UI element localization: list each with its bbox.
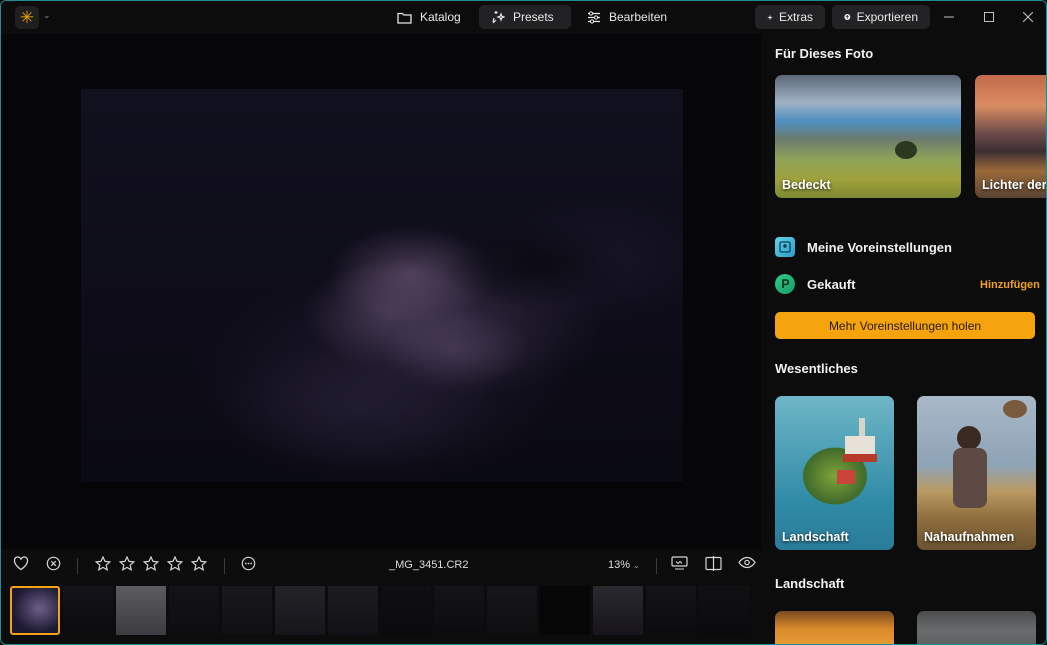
close-icon[interactable] — [1018, 8, 1038, 26]
preset-card-label: Lichter der — [982, 178, 1047, 192]
filmstrip-thumb[interactable] — [434, 586, 484, 635]
zoom-dropdown[interactable]: 13% ⌄ — [608, 559, 640, 571]
purchased-label[interactable]: Gekauft — [807, 277, 855, 292]
preset-card-label: Bedeckt — [782, 178, 831, 192]
preset-card-nahaufnahmen[interactable]: Nahaufnahmen — [917, 396, 1036, 550]
preset-card-label: Nahaufnahmen — [924, 530, 1015, 544]
zoom-level: 13% — [608, 559, 631, 571]
app-window: ✳ ⌄ Katalog Presets Bearbeiten Extras Ex… — [0, 0, 1047, 645]
my-presets-label[interactable]: Meine Voreinstellungen — [807, 240, 952, 255]
upload-icon — [844, 14, 851, 20]
sliders-icon — [588, 10, 600, 24]
folder-icon — [397, 12, 412, 24]
eye-icon[interactable] — [738, 556, 756, 569]
title-bar: ✳ ⌄ Katalog Presets Bearbeiten Extras Ex… — [1, 1, 1046, 34]
export-button[interactable]: Exportieren — [832, 5, 930, 29]
star-1-icon[interactable] — [95, 556, 111, 571]
divider — [77, 558, 78, 574]
filmstrip-thumb[interactable] — [328, 586, 378, 635]
minimize-icon[interactable] — [939, 8, 959, 26]
star-4-icon[interactable] — [167, 556, 183, 571]
more-options-icon[interactable] — [241, 556, 256, 571]
tab-presets-label: Presets — [513, 10, 554, 24]
extras-button[interactable]: Extras — [755, 5, 825, 29]
filmstrip-thumb[interactable] — [699, 586, 749, 635]
heart-icon[interactable] — [13, 556, 29, 571]
sparkle-icon — [767, 14, 773, 20]
reject-icon[interactable] — [46, 556, 61, 571]
compare-icon[interactable] — [705, 556, 722, 571]
tab-bearbeiten-label: Bearbeiten — [609, 10, 668, 24]
filmstrip-thumb[interactable] — [540, 586, 590, 635]
star-5-icon[interactable] — [191, 556, 207, 571]
filmstrip-thumb[interactable] — [222, 586, 272, 635]
filmstrip-thumb[interactable] — [487, 586, 537, 635]
divider — [656, 558, 657, 574]
sparkle-icon — [492, 11, 505, 24]
chevron-down-icon: ⌄ — [633, 561, 640, 570]
tab-katalog-label: Katalog — [420, 10, 461, 24]
purchased-icon — [775, 274, 795, 294]
star-3-icon[interactable] — [143, 556, 159, 571]
tab-presets[interactable]: Presets — [479, 5, 571, 29]
preset-card-lichter[interactable]: Lichter der — [975, 75, 1047, 198]
photo-viewer[interactable] — [1, 34, 761, 549]
maximize-icon[interactable] — [979, 8, 999, 26]
divider — [224, 558, 225, 574]
presets-sidebar: Für Dieses Foto Bedeckt Lichter der Mein… — [761, 34, 1047, 644]
file-name: _MG_3451.CR2 — [389, 559, 469, 571]
filmstrip-thumb[interactable] — [275, 586, 325, 635]
my-presets-icon — [775, 237, 795, 257]
section-title-landscape: Landschaft — [775, 576, 845, 591]
display-icon[interactable] — [671, 556, 688, 571]
preset-card-bedeckt[interactable]: Bedeckt — [775, 75, 961, 198]
filmstrip-thumb[interactable] — [116, 586, 166, 635]
add-link[interactable]: Hinzufügen — [980, 279, 1040, 291]
section-title-for-photo: Für Dieses Foto — [775, 46, 874, 61]
preset-card[interactable] — [917, 611, 1036, 644]
chevron-down-icon[interactable]: ⌄ — [43, 10, 51, 21]
more-presets-button[interactable]: Mehr Voreinstellungen holen — [775, 312, 1035, 339]
filmstrip-thumb[interactable] — [63, 586, 113, 635]
filmstrip — [1, 584, 761, 638]
filmstrip-thumb[interactable] — [593, 586, 643, 635]
filmstrip-thumb[interactable] — [646, 586, 696, 635]
filmstrip-thumb[interactable] — [10, 586, 60, 635]
star-2-icon[interactable] — [119, 556, 135, 571]
filmstrip-thumb[interactable] — [381, 586, 431, 635]
preset-card-label: Landschaft — [782, 530, 849, 544]
filmstrip-thumb[interactable] — [169, 586, 219, 635]
viewer-toolbar: _MG_3451.CR2 13% ⌄ — [1, 553, 761, 579]
preset-card-landschaft[interactable]: Landschaft — [775, 396, 894, 550]
preset-card[interactable] — [775, 611, 894, 644]
tab-bearbeiten[interactable]: Bearbeiten — [575, 5, 679, 29]
section-title-essentials: Wesentliches — [775, 361, 858, 376]
extras-label: Extras — [778, 10, 813, 24]
tab-katalog[interactable]: Katalog — [385, 5, 473, 29]
export-label: Exportieren — [856, 10, 918, 24]
app-logo-icon[interactable]: ✳ — [15, 6, 39, 29]
main-photo[interactable] — [81, 89, 683, 490]
